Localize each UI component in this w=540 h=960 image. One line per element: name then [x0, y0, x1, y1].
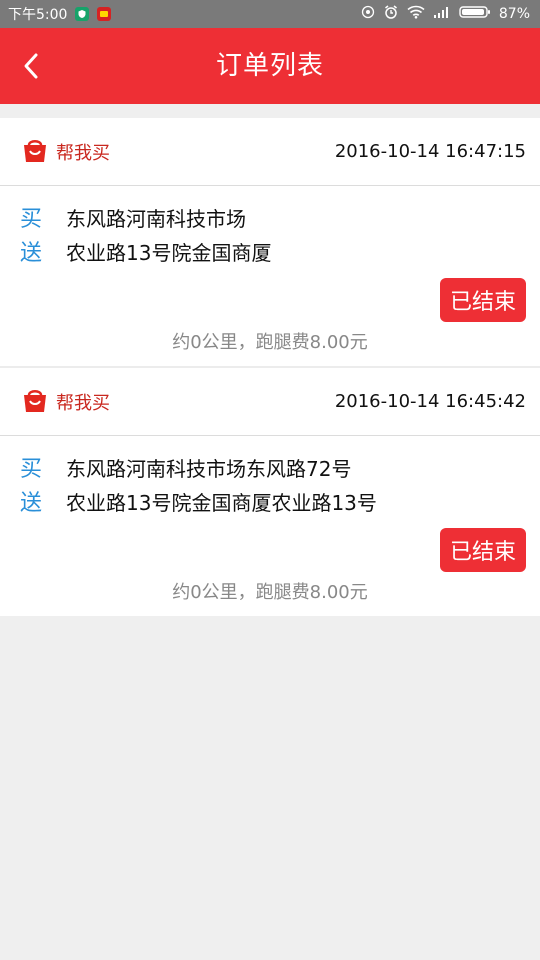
order-fee: 约0公里，跑腿费8.00元: [172, 582, 368, 603]
service-type-label: 帮我买: [56, 392, 110, 414]
battery-icon: [459, 5, 491, 23]
shield-app-icon: [75, 7, 90, 21]
buy-label: 买: [20, 207, 43, 232]
order-card-body: 买 东风路河南科技市场东风路72号 送 农业路13号院金国商厦农业路13号 已结…: [0, 436, 540, 616]
deliver-label: 送: [20, 491, 43, 516]
page-title: 订单列表: [215, 51, 324, 81]
status-bar: 下午5:00 87%: [0, 0, 540, 28]
order-card-header: 帮我买 2016-10-14 16:47:15: [0, 118, 540, 186]
order-card[interactable]: 帮我买 2016-10-14 16:47:15 买 东风路河南科技市场 送 农业…: [0, 118, 540, 366]
status-time: 下午5:00: [8, 7, 68, 23]
service-type-group: 帮我买: [22, 136, 110, 168]
shopping-bag-icon: [22, 386, 48, 418]
order-fee: 约0公里，跑腿费8.00元: [172, 332, 368, 353]
buy-address-row: 买 东风路河南科技市场: [0, 200, 540, 234]
order-status-button[interactable]: 已结束: [439, 528, 526, 572]
order-status-button[interactable]: 已结束: [439, 278, 526, 322]
signal-icon: [433, 5, 451, 23]
buy-address-row: 买 东风路河南科技市场东风路72号: [0, 450, 540, 484]
order-list: 帮我买 2016-10-14 16:47:15 买 东风路河南科技市场 送 农业…: [0, 118, 540, 616]
order-card[interactable]: 帮我买 2016-10-14 16:45:42 买 东风路河南科技市场东风路72…: [0, 368, 540, 616]
battery-percent: 87%: [498, 6, 530, 22]
shopping-bag-icon: [22, 136, 48, 168]
deliver-address-row: 送 农业路13号院金国商厦: [0, 234, 540, 268]
order-card-header: 帮我买 2016-10-14 16:45:42: [0, 368, 540, 436]
app-bar: 订单列表: [0, 28, 540, 104]
service-type-group: 帮我买: [22, 386, 110, 418]
deliver-address: 农业路13号院金国商厦: [66, 240, 272, 265]
buy-address: 东风路河南科技市场: [66, 206, 246, 231]
deliver-address-row: 送 农业路13号院金国商厦农业路13号: [0, 484, 540, 518]
alarm-icon: [383, 4, 399, 24]
order-time: 2016-10-14 16:47:15: [334, 141, 526, 162]
store-app-icon: [97, 7, 112, 21]
status-bar-right: 87%: [361, 4, 530, 24]
order-time: 2016-10-14 16:45:42: [334, 391, 526, 412]
buy-address: 东风路河南科技市场东风路72号: [66, 456, 352, 481]
status-bar-left: 下午5:00: [8, 4, 112, 24]
deliver-address: 农业路13号院金国商厦农业路13号: [66, 490, 377, 515]
hotspot-icon: [361, 5, 375, 23]
wifi-icon: [407, 5, 425, 23]
service-type-label: 帮我买: [56, 142, 110, 164]
order-card-body: 买 东风路河南科技市场 送 农业路13号院金国商厦 已结束 约0公里，跑腿费8.…: [0, 186, 540, 366]
buy-label: 买: [20, 457, 43, 482]
deliver-label: 送: [20, 241, 43, 266]
